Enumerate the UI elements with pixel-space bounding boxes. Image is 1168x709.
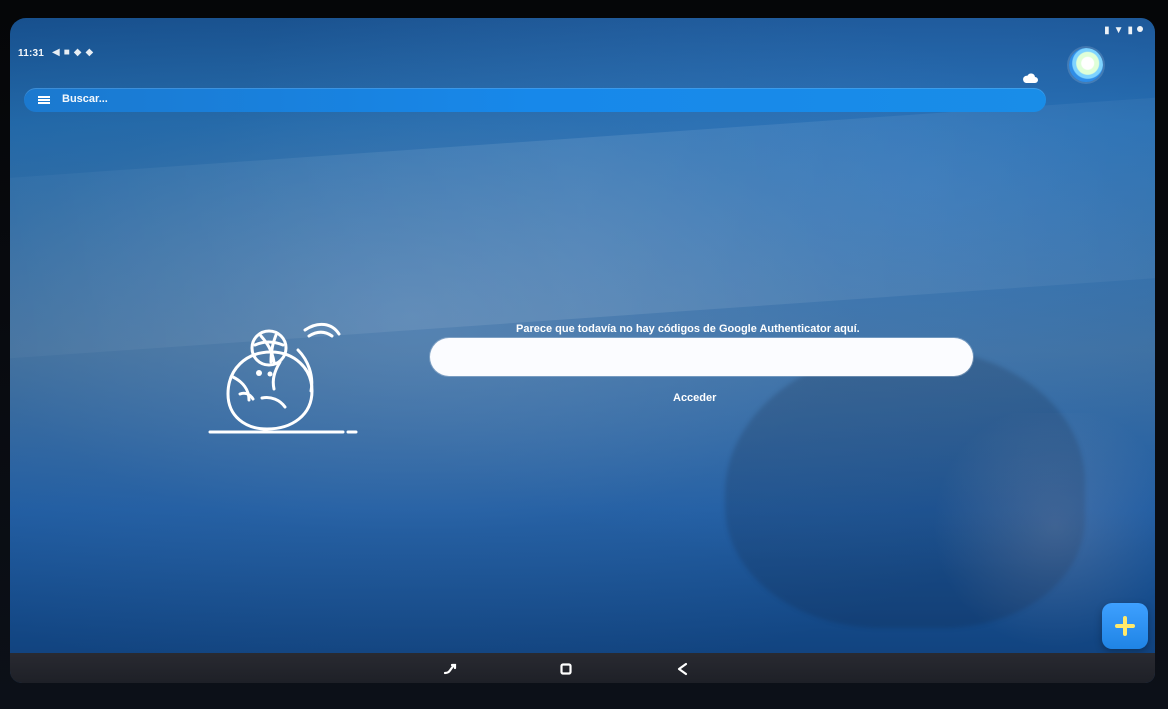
signal-icon: ▮: [1104, 25, 1110, 36]
cloud-icon[interactable]: [1021, 73, 1039, 85]
photo-frame: 11:31 ◀ ■ ◆ ◆ ▮ ▼ ▮ Buscar... Parece que…: [0, 0, 1168, 709]
menu-icon[interactable]: [38, 96, 50, 105]
home-icon[interactable]: [558, 661, 574, 677]
navigation-bar: [10, 653, 1155, 683]
status-time: 11:31: [18, 48, 45, 59]
tablet-screen: 11:31 ◀ ■ ◆ ◆ ▮ ▼ ▮ Buscar... Parece que…: [10, 18, 1155, 683]
search-placeholder: Buscar...: [62, 93, 108, 105]
notification-icon: ◆: [85, 47, 94, 58]
notification-icon: ■: [63, 47, 70, 58]
access-link[interactable]: Acceder: [673, 392, 716, 404]
search-bar[interactable]: Buscar...: [24, 88, 1046, 112]
back-icon[interactable]: [674, 661, 690, 677]
empty-state-illustration: [208, 322, 358, 434]
status-icons-right: ▮ ▼ ▮: [1104, 26, 1143, 36]
wifi-icon: ▼: [1113, 25, 1124, 36]
notification-icon: ◆: [73, 47, 82, 58]
empty-state-message: Parece que todavía no hay códigos de Goo…: [516, 323, 860, 335]
code-input-bar[interactable]: [430, 338, 973, 376]
avatar[interactable]: [1069, 48, 1103, 82]
status-bar: 11:31 ◀ ■ ◆ ◆ ▮ ▼ ▮: [10, 18, 1155, 59]
status-icons-left: ◀ ■ ◆ ◆: [52, 48, 93, 58]
notification-icon: ◀: [52, 47, 60, 58]
recent-apps-icon[interactable]: [442, 661, 458, 677]
battery-icon: ▮: [1127, 25, 1133, 36]
status-dot-icon: [1137, 26, 1143, 32]
plus-icon: [1115, 616, 1135, 636]
add-account-button[interactable]: [1102, 603, 1148, 649]
